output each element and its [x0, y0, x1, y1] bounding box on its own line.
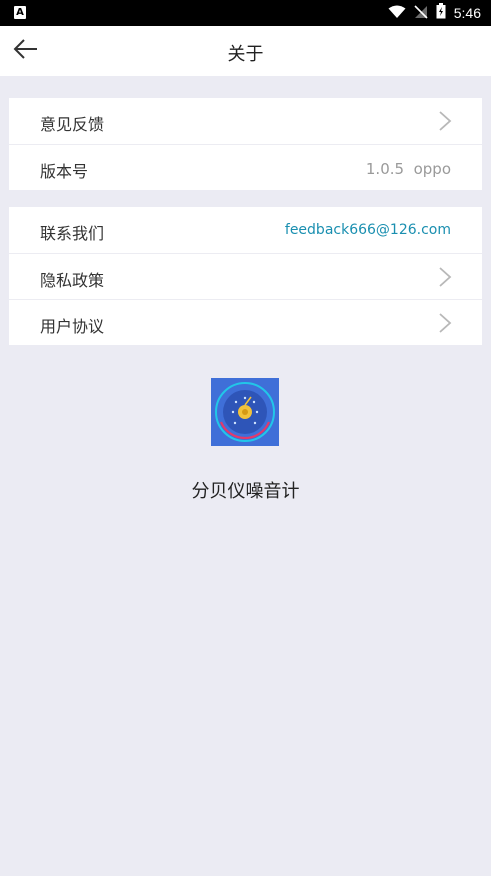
notification-icon: A [14, 6, 26, 19]
status-icons: 5:46 [388, 3, 481, 23]
header: 关于 [0, 26, 491, 76]
row-label: 意见反馈 [40, 115, 105, 134]
settings-group-1: 意见反馈 版本号 1.0.5 oppo [9, 98, 482, 190]
contact-email-link[interactable]: feedback666@126.com [285, 222, 451, 238]
row-label: 版本号 [40, 162, 89, 181]
chevron-right-icon [438, 111, 452, 131]
chevron-right-icon [438, 313, 452, 333]
row-label: 隐私政策 [40, 271, 105, 290]
status-time: 5:46 [453, 5, 481, 21]
row-label: 用户协议 [40, 317, 105, 336]
version-value: 1.0.5 oppo [365, 160, 451, 178]
wifi-icon [388, 4, 406, 23]
app-logo-icon [211, 378, 279, 446]
app-name: 分贝仪噪音计 [191, 481, 300, 502]
row-user-agreement[interactable]: 用户协议 [9, 299, 482, 345]
row-label: 联系我们 [40, 224, 105, 243]
battery-icon [436, 3, 446, 23]
row-version: 版本号 1.0.5 oppo [9, 144, 482, 190]
row-privacy-policy[interactable]: 隐私政策 [9, 253, 482, 299]
page-title: 关于 [227, 44, 264, 65]
row-contact[interactable]: 联系我们 feedback666@126.com [9, 207, 482, 253]
no-signal-icon [414, 4, 428, 23]
chevron-right-icon [438, 267, 452, 287]
settings-group-2: 联系我们 feedback666@126.com 隐私政策 用户协议 [9, 207, 482, 345]
status-bar: A 5:46 [0, 0, 491, 26]
row-feedback[interactable]: 意见反馈 [9, 98, 482, 144]
